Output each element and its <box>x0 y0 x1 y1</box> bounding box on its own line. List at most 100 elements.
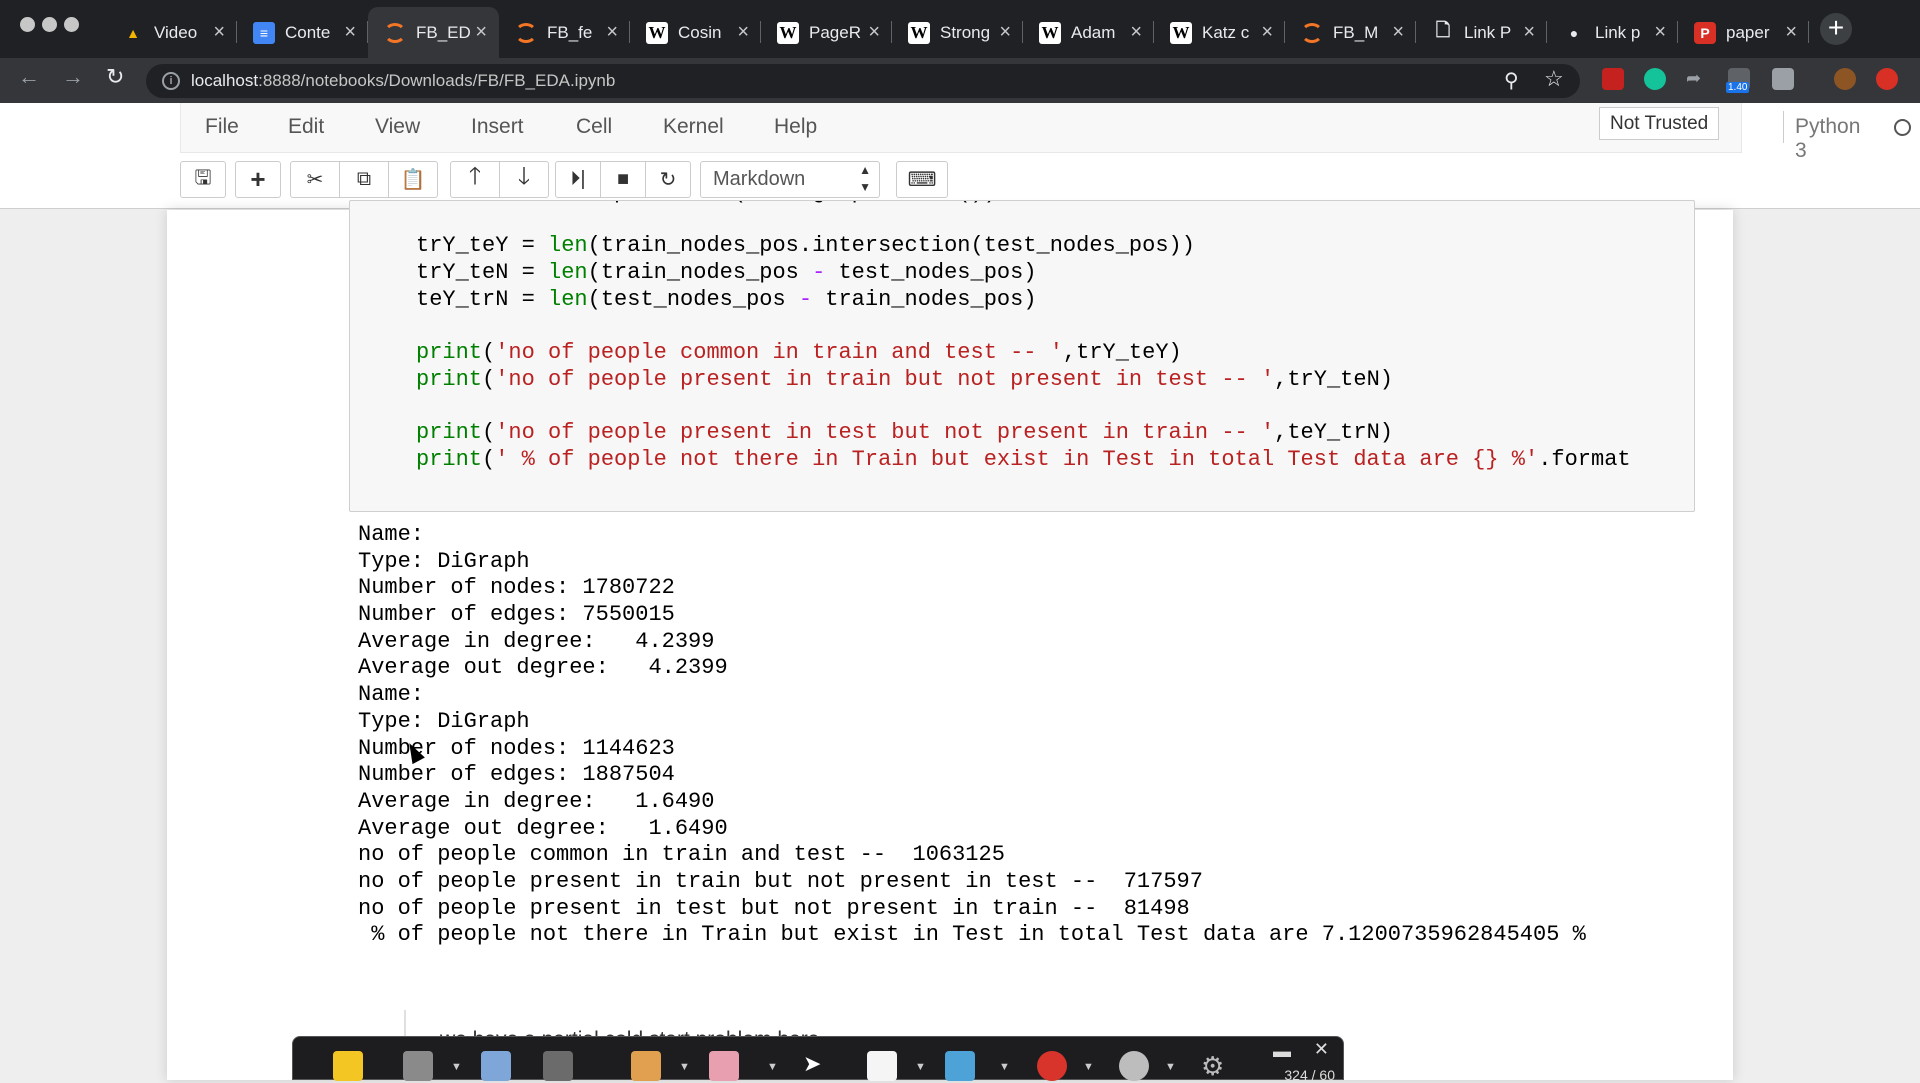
copy-icon: ⧉ <box>356 168 372 190</box>
caret-down-icon[interactable]: ▼ <box>999 1061 1010 1073</box>
paste-button[interactable]: 📋 <box>388 161 438 198</box>
tab-close-icon[interactable]: × <box>1654 21 1666 44</box>
tab-close-icon[interactable]: × <box>1523 21 1535 44</box>
zoom-icon[interactable]: ⚲ <box>1504 68 1519 93</box>
pen-tool-icon[interactable] <box>481 1051 511 1081</box>
code-token: .format <box>1538 447 1631 472</box>
code-token: ( <box>482 340 496 366</box>
cell-type-select[interactable]: Markdown ▲ ▼ <box>700 161 880 198</box>
menu-cell[interactable]: Cell <box>576 115 612 139</box>
address-bar[interactable]: i localhost:8888/notebooks/Downloads/FB/… <box>146 64 1580 98</box>
tab-close-icon[interactable]: × <box>1130 21 1142 44</box>
gmail-extension-icon[interactable] <box>1602 68 1624 90</box>
tab-close-icon[interactable]: × <box>213 21 225 44</box>
save-button[interactable]: 🖫 <box>180 161 226 198</box>
new-tab-button[interactable]: + <box>1820 13 1852 45</box>
tab-close-icon[interactable]: × <box>868 21 880 44</box>
caret-down-icon[interactable]: ▼ <box>679 1061 690 1073</box>
code-token: 'no of people present in test but not pr… <box>495 420 1275 446</box>
window-zoom-button[interactable] <box>64 17 79 32</box>
browser-tab[interactable]: FB_M × <box>1285 7 1416 58</box>
tab-close-icon[interactable]: × <box>344 21 356 44</box>
profile-avatar[interactable] <box>1834 68 1856 90</box>
menu-file[interactable]: File <box>205 115 239 139</box>
menu-edit[interactable]: Edit <box>288 115 324 139</box>
browser-tab[interactable]: ▲ Video × <box>106 7 237 58</box>
site-info-icon[interactable]: i <box>162 72 180 90</box>
url-text[interactable]: localhost:8888/notebooks/Downloads/FB/FB… <box>191 71 615 91</box>
settings-gear-icon[interactable]: ⚙ <box>1201 1051 1231 1081</box>
command-palette-button[interactable]: ⌨ <box>896 161 948 198</box>
tab-close-icon[interactable]: × <box>475 21 487 44</box>
window-close-button[interactable] <box>20 17 35 32</box>
record-button-icon[interactable] <box>1037 1051 1067 1081</box>
folder-tool-icon[interactable] <box>543 1051 573 1081</box>
share-extension-icon[interactable]: ➦ <box>1686 68 1708 90</box>
browser-tab[interactable]: ● Link p × <box>1547 7 1678 58</box>
insert-cell-button[interactable]: + <box>235 161 281 198</box>
caret-down-icon[interactable]: ▼ <box>1083 1061 1094 1073</box>
back-arrow-icon[interactable]: ← <box>18 64 40 90</box>
minimize-icon[interactable]: ▬ <box>1273 1041 1291 1062</box>
tab-close-icon[interactable]: × <box>606 21 618 44</box>
caret-down-icon[interactable]: ▼ <box>451 1061 462 1073</box>
facebook-extension-icon[interactable] <box>1772 68 1794 90</box>
tab-close-icon[interactable]: × <box>737 21 749 44</box>
copy-button[interactable]: ⧉ <box>339 161 389 198</box>
cut-button[interactable]: ✂ <box>290 161 340 198</box>
browser-tab[interactable]: W Cosin × <box>630 7 761 58</box>
caret-down-icon[interactable]: ▼ <box>767 1061 778 1073</box>
tab-close-icon[interactable]: × <box>1785 21 1797 44</box>
webcam-icon[interactable] <box>1119 1051 1149 1081</box>
tab-close-icon[interactable]: × <box>1392 21 1404 44</box>
tab-close-icon[interactable]: × <box>1261 21 1273 44</box>
browser-tab[interactable]: 🗋 Link P × <box>1416 7 1547 58</box>
browser-tab[interactable]: ≡ Conte × <box>237 7 368 58</box>
bookmark-star-icon[interactable]: ☆ <box>1544 66 1564 92</box>
jupyter-icon <box>384 22 406 43</box>
caret-down-icon[interactable]: ▼ <box>915 1061 926 1073</box>
extension-badge-icon[interactable]: 1.40 <box>1726 68 1750 93</box>
not-trusted-button[interactable]: Not Trusted <box>1599 107 1720 140</box>
menu-help[interactable]: Help <box>774 115 817 139</box>
close-icon[interactable]: ✕ <box>1314 1039 1329 1060</box>
output-line: Number of edges: 1887504 <box>358 762 675 788</box>
restart-button[interactable]: ↻ <box>645 161 691 198</box>
caret-down-icon[interactable]: ▼ <box>1165 1061 1176 1073</box>
menu-view[interactable]: View <box>375 115 420 139</box>
output-line: Average in degree: 4.2399 <box>358 628 715 654</box>
pin-tool-icon[interactable] <box>333 1051 363 1081</box>
browser-tab[interactable]: Ppaper × <box>1678 7 1809 58</box>
code-line: test_nodes_pos = set(test_graph.nodes()) <box>416 201 997 206</box>
interrupt-button[interactable]: ■ <box>600 161 646 198</box>
pencil-tool-icon[interactable] <box>631 1051 661 1081</box>
update-alert-icon[interactable] <box>1876 68 1898 90</box>
pointer-tool-icon[interactable]: ➤ <box>803 1051 833 1081</box>
browser-tab[interactable]: W Adam × <box>1023 7 1154 58</box>
browser-tab[interactable]: W PageR × <box>761 7 892 58</box>
reload-icon[interactable]: ↻ <box>106 64 124 90</box>
code-token: train_nodes_pos) <box>812 286 1037 312</box>
tab-separator <box>1808 21 1809 43</box>
move-up-button[interactable]: 🡑 <box>450 161 500 198</box>
window-minimize-button[interactable] <box>42 17 57 32</box>
run-button[interactable]: ⏵| <box>555 161 601 198</box>
code-cell-editor[interactable]: test_nodes_pos = set(test_graph.nodes())… <box>349 200 1695 512</box>
browser-tab[interactable]: FB_ED × <box>368 7 499 58</box>
capture-tool-icon[interactable] <box>403 1051 433 1081</box>
code-token: ( <box>482 447 496 472</box>
menu-insert[interactable]: Insert <box>471 115 524 139</box>
eraser-tool-icon[interactable] <box>709 1051 739 1081</box>
browser-tab[interactable]: W Katz c × <box>1154 7 1285 58</box>
rectangle-tool-icon[interactable] <box>867 1051 897 1081</box>
grammarly-extension-icon[interactable] <box>1644 68 1666 90</box>
move-down-button[interactable]: 🡓 <box>499 161 549 198</box>
menu-kernel[interactable]: Kernel <box>663 115 724 139</box>
browser-tab[interactable]: FB_fe × <box>499 7 630 58</box>
browser-tab[interactable]: W Strong × <box>892 7 1023 58</box>
tab-close-icon[interactable]: × <box>999 21 1011 44</box>
forward-arrow-icon[interactable]: → <box>62 64 84 90</box>
highlighter-tool-icon[interactable] <box>945 1051 975 1081</box>
output-line: % of people not there in Train but exist… <box>358 922 1586 948</box>
output-line: Average in degree: 1.6490 <box>358 788 715 814</box>
